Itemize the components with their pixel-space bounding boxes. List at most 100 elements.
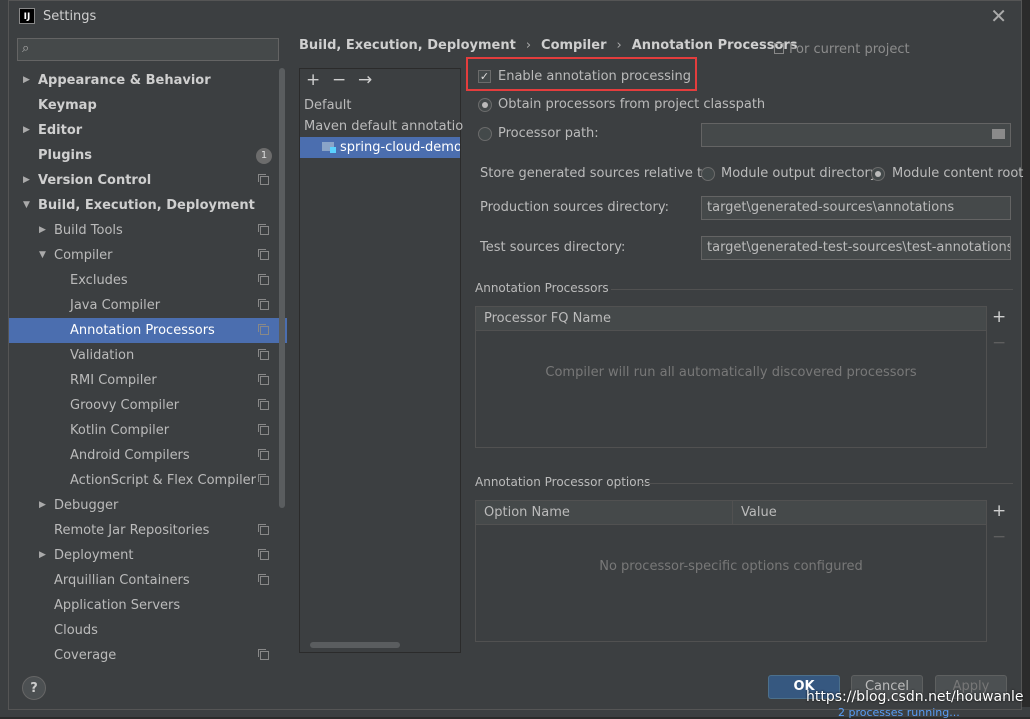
tree-item-remote-jar-repositories[interactable]: Remote Jar Repositories [9,518,287,543]
project-level-copy-icon [258,174,269,185]
module-label: spring-cloud-demo [340,140,460,155]
module-item-maven-default[interactable]: Maven default annotation p [300,116,464,137]
remove-processor-icon[interactable]: − [992,333,1006,353]
tree-item-java-compiler[interactable]: Java Compiler [9,293,287,318]
add-icon[interactable]: + [306,70,320,90]
enable-annotation-processing-label[interactable]: Enable annotation processing [498,69,691,84]
settings-search-input[interactable]: ⌕ [17,38,279,61]
tree-item-label: Appearance & Behavior [38,73,211,88]
move-icon[interactable]: → [358,70,372,90]
store-generated-label: Store generated sources relative to: [480,166,715,181]
section-divider [611,289,1013,290]
option-value-column[interactable]: Value [732,501,986,525]
chevron-right-icon[interactable]: ▶ [39,543,46,568]
tree-item-annotation-processors[interactable]: Annotation Processors [9,318,287,343]
remove-option-icon[interactable]: − [992,527,1006,547]
remove-icon[interactable]: − [332,70,346,90]
update-count-badge: 1 [256,148,272,164]
tree-item-arquillian-containers[interactable]: Arquillian Containers [9,568,287,593]
chevron-right-icon[interactable]: ▶ [39,218,46,243]
tree-item-coverage[interactable]: Coverage [9,643,287,668]
tree-item-appearance-behavior[interactable]: ▶ Appearance & Behavior [9,68,287,93]
chevron-right-icon: › [616,38,622,53]
tree-item-application-servers[interactable]: Application Servers [9,593,287,618]
window-title: Settings [43,9,97,24]
tree-item-android-compilers[interactable]: Android Compilers [9,443,287,468]
tree-item-label: Groovy Compiler [70,398,180,413]
processors-empty-text: Compiler will run all automatically disc… [545,365,917,380]
options-empty-text: No processor-specific options configured [599,559,863,574]
processor-path-input[interactable] [701,123,1011,147]
folder-browse-icon[interactable] [992,129,1005,139]
processor-path-label[interactable]: Processor path: [498,126,599,141]
processor-options-section-title: Annotation Processor options [475,475,651,489]
tree-item-label: Deployment [54,548,134,563]
processor-fq-name-column[interactable]: Processor FQ Name [476,307,986,331]
tree-item-actionscript-flex-compiler[interactable]: ActionScript & Flex Compiler [9,468,287,493]
help-button[interactable]: ? [22,676,46,700]
tree-item-build-tools[interactable]: ▶ Build Tools [9,218,287,243]
chevron-down-icon[interactable]: ▼ [23,193,30,218]
project-level-copy-icon [258,524,269,535]
module-list-scrollbar[interactable] [310,642,400,648]
module-output-directory-radio[interactable] [701,167,715,181]
tree-item-debugger[interactable]: ▶ Debugger [9,493,287,518]
project-level-copy-icon [258,574,269,585]
tree-item-label: Clouds [54,623,98,638]
module-item-default[interactable]: Default [300,95,464,116]
processor-path-radio[interactable] [478,127,492,141]
enable-annotation-processing-checkbox[interactable]: ✓ [478,70,491,83]
add-processor-icon[interactable]: + [992,307,1006,327]
tree-item-version-control[interactable]: ▶ Version Control [9,168,287,193]
obtain-from-classpath-label[interactable]: Obtain processors from project classpath [498,97,765,112]
chevron-right-icon: › [525,38,532,53]
add-option-icon[interactable]: + [992,501,1006,521]
tree-item-label: Editor [38,123,83,138]
tree-scrollbar[interactable] [279,68,285,508]
chevron-down-icon[interactable]: ▼ [39,243,46,268]
close-icon[interactable]: ✕ [990,4,1007,28]
tree-item-clouds[interactable]: Clouds [9,618,287,643]
tree-item-label: Coverage [54,648,117,663]
tree-item-groovy-compiler[interactable]: Groovy Compiler [9,393,287,418]
tree-item-label: Version Control [38,173,152,188]
chevron-right-icon[interactable]: ▶ [39,493,46,518]
module-item-spring-cloud-demo[interactable]: spring-cloud-demo [300,137,460,158]
tree-item-deployment[interactable]: ▶ Deployment [9,543,287,568]
breadcrumb: Build, Execution, Deployment › Compiler › An… [299,38,798,53]
annotation-processors-section-title: Annotation Processors [475,281,609,295]
module-content-root-label[interactable]: Module content root [892,166,1023,181]
production-dir-input[interactable]: target\generated-sources\annotations [701,196,1011,220]
tree-item-label: Build Tools [54,223,123,238]
obtain-from-classpath-radio[interactable] [478,98,492,112]
tree-item-compiler[interactable]: ▼ Compiler [9,243,287,268]
tree-item-label: Validation [70,348,135,363]
tree-item-validation[interactable]: Validation [9,343,287,368]
project-level-copy-icon [258,324,269,335]
tree-item-keymap[interactable]: Keymap [9,93,287,118]
processors-table: Processor FQ Name Compiler will run all … [475,306,987,448]
project-scope-icon [774,43,784,54]
test-dir-input[interactable]: target\generated-test-sources\test-annot… [701,236,1011,260]
module-output-directory-label[interactable]: Module output directory [721,166,878,181]
tree-item-label: Keymap [38,98,97,113]
breadcrumb-item: Build, Execution, Deployment [299,38,516,53]
breadcrumb-item: Annotation Processors [631,38,798,53]
tree-item-rmi-compiler[interactable]: RMI Compiler [9,368,287,393]
tree-item-label: Build, Execution, Deployment [38,198,255,213]
tree-item-build-execution-deployment[interactable]: ▼ Build, Execution, Deployment [9,193,287,218]
project-level-copy-icon [258,474,269,485]
chevron-right-icon[interactable]: ▶ [23,118,30,143]
breadcrumb-item: Compiler [541,38,607,53]
tree-item-plugins[interactable]: Plugins 1 [9,143,287,168]
chevron-right-icon[interactable]: ▶ [23,168,30,193]
chevron-right-icon[interactable]: ▶ [23,68,30,93]
module-content-root-radio[interactable] [871,167,885,181]
tree-item-editor[interactable]: ▶ Editor [9,118,287,143]
production-dir-label: Production sources directory: [480,200,669,215]
option-name-column[interactable]: Option Name [476,501,732,525]
project-level-copy-icon [258,549,269,560]
project-level-copy-icon [258,274,269,285]
tree-item-excludes[interactable]: Excludes [9,268,287,293]
tree-item-kotlin-compiler[interactable]: Kotlin Compiler [9,418,287,443]
